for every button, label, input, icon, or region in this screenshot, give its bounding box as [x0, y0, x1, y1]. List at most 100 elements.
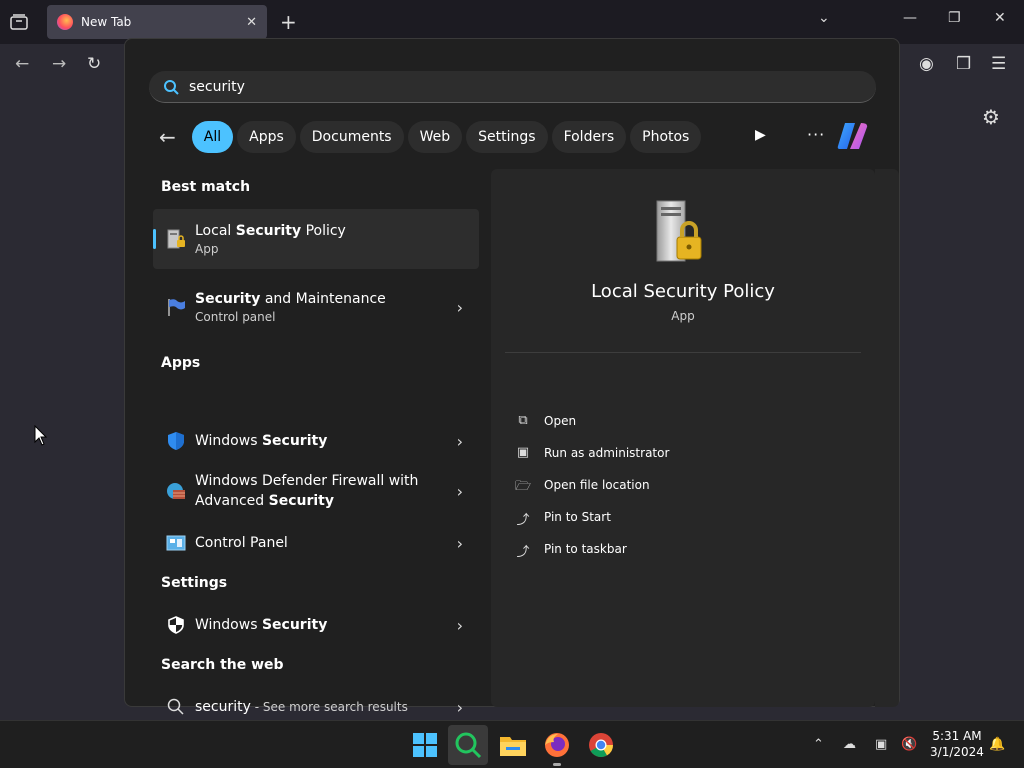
result-title: Security and Maintenance: [195, 291, 386, 307]
action-label: Open file location: [544, 478, 650, 492]
action-label: Open: [544, 414, 577, 428]
open-external-icon: ⧉: [518, 413, 528, 428]
filter-documents[interactable]: Documents: [299, 121, 404, 153]
result-subtitle: App: [195, 242, 219, 256]
result-title: Windows Security: [195, 433, 328, 449]
local-security-policy-icon: [656, 200, 702, 262]
result-windows-security-app[interactable]: Windows Security ›: [153, 425, 479, 457]
filter-bar: ← All Apps Documents Web Settings Folder…: [159, 121, 705, 153]
search-box[interactable]: [149, 71, 876, 103]
reload-icon[interactable]: ↻: [87, 54, 101, 74]
admin-shield-icon: ▣: [516, 445, 530, 460]
search-icon: [167, 698, 184, 715]
search-icon[interactable]: [453, 730, 483, 760]
tab-title: New Tab: [81, 15, 132, 29]
browser-tab[interactable]: New Tab ✕: [47, 5, 267, 39]
chevron-right-icon[interactable]: ›: [457, 534, 463, 553]
play-icon[interactable]: ▶: [755, 127, 766, 143]
detail-title: Local Security Policy: [591, 281, 775, 302]
action-open[interactable]: ⧉ Open: [515, 413, 576, 429]
search-icon: [164, 79, 179, 95]
local-security-policy-icon: [167, 229, 185, 249]
result-title: Control Panel: [195, 535, 288, 551]
action-run-as-admin[interactable]: ▣ Run as administrator: [515, 445, 670, 461]
file-explorer-icon[interactable]: [498, 730, 528, 760]
gear-icon[interactable]: ⚙: [982, 105, 1000, 129]
result-defender-firewall[interactable]: Windows Defender Firewall with Advanced S…: [153, 469, 479, 513]
filter-web[interactable]: Web: [407, 121, 463, 153]
result-title: Windows Security: [195, 617, 328, 633]
pin-icon: ⤴: [516, 545, 530, 560]
close-tab-icon[interactable]: ✕: [246, 15, 257, 30]
search-input[interactable]: [189, 78, 789, 95]
chevron-right-icon[interactable]: ›: [457, 298, 463, 317]
result-title: Windows Defender Firewall with Advanced S…: [195, 473, 419, 509]
chevron-right-icon[interactable]: ›: [457, 432, 463, 451]
onedrive-off-icon[interactable]: ☁: [843, 737, 856, 752]
control-panel-icon: [166, 535, 186, 551]
menu-icon[interactable]: ☰: [991, 54, 1006, 74]
result-security-maintenance[interactable]: Security and Maintenance Control panel ›: [153, 277, 479, 337]
pin-icon: ⤴: [516, 513, 530, 528]
filter-photos[interactable]: Photos: [630, 121, 702, 153]
firefox-icon[interactable]: [542, 730, 572, 760]
chevron-right-icon[interactable]: ›: [457, 698, 463, 717]
result-subtitle: Control panel: [195, 310, 276, 324]
shield-icon: [168, 432, 184, 450]
filter-folders[interactable]: Folders: [551, 121, 627, 153]
shield-outline-icon: [168, 616, 184, 634]
filter-all[interactable]: All: [191, 121, 234, 153]
flag-icon: [168, 299, 185, 316]
filter-apps[interactable]: Apps: [237, 121, 296, 153]
account-icon[interactable]: ◉: [919, 54, 934, 74]
chevron-right-icon[interactable]: ›: [457, 616, 463, 635]
system-clock[interactable]: 5:31 AM 3/1/2024: [926, 728, 988, 760]
new-tab-button[interactable]: +: [280, 10, 297, 34]
folder-icon: 🗁: [515, 479, 532, 494]
minimize-icon[interactable]: —: [903, 10, 917, 26]
apps-header: Apps: [161, 355, 201, 371]
action-pin-to-taskbar[interactable]: ⤴ Pin to taskbar: [515, 541, 626, 560]
action-open-file-location[interactable]: 🗁 Open file location: [515, 477, 650, 494]
search-web-header: Search the web: [161, 657, 284, 673]
copilot-icon[interactable]: [837, 121, 869, 151]
chevron-up-icon[interactable]: ⌃: [813, 737, 824, 752]
chevron-right-icon[interactable]: ›: [457, 482, 463, 501]
result-title: security - See more search results: [195, 699, 408, 715]
list-all-tabs-icon[interactable]: [8, 12, 30, 32]
divider: [505, 352, 861, 353]
notification-bell-icon[interactable]: 🔔: [989, 737, 1005, 752]
forward-arrow-icon[interactable]: →: [52, 54, 66, 74]
action-label: Run as administrator: [544, 446, 670, 460]
network-icon[interactable]: ▣: [875, 737, 887, 752]
windows-start-icon[interactable]: [410, 730, 440, 760]
scrollbar[interactable]: [875, 169, 899, 707]
firefox-favicon-icon: [57, 14, 73, 30]
clock-time: 5:31 AM: [932, 729, 982, 743]
clock-date: 3/1/2024: [930, 745, 984, 759]
detail-subtitle: App: [671, 309, 695, 323]
volume-muted-icon[interactable]: 🔇: [901, 737, 917, 752]
restore-icon[interactable]: ❐: [948, 10, 961, 26]
result-control-panel[interactable]: Control Panel ›: [153, 527, 479, 559]
action-pin-to-start[interactable]: ⤴ Pin to Start: [515, 509, 610, 528]
back-arrow-icon[interactable]: ←: [159, 125, 176, 149]
running-indicator: [553, 763, 561, 766]
back-arrow-icon[interactable]: ←: [15, 54, 29, 74]
result-local-security-policy[interactable]: Local Security Policy App: [153, 209, 479, 269]
result-windows-security-setting[interactable]: Windows Security ›: [153, 609, 479, 641]
result-web-search[interactable]: security - See more search results ›: [153, 691, 479, 723]
close-window-icon[interactable]: ✕: [994, 10, 1006, 26]
filter-settings[interactable]: Settings: [466, 121, 548, 153]
chevron-down-icon[interactable]: ⌄: [818, 10, 830, 26]
best-match-header: Best match: [161, 179, 251, 195]
settings-header: Settings: [161, 575, 228, 591]
firewall-icon: [167, 483, 185, 499]
detail-pane: Local Security Policy App ⧉ Open ▣ Run a…: [491, 169, 875, 707]
start-search-panel: ← All Apps Documents Web Settings Folder…: [124, 38, 900, 717]
selection-indicator: [153, 229, 156, 249]
extensions-icon[interactable]: ❒: [956, 54, 971, 74]
more-options-icon[interactable]: ···: [807, 125, 825, 144]
chrome-icon[interactable]: [586, 730, 616, 760]
result-title: Local Security Policy: [195, 223, 346, 239]
